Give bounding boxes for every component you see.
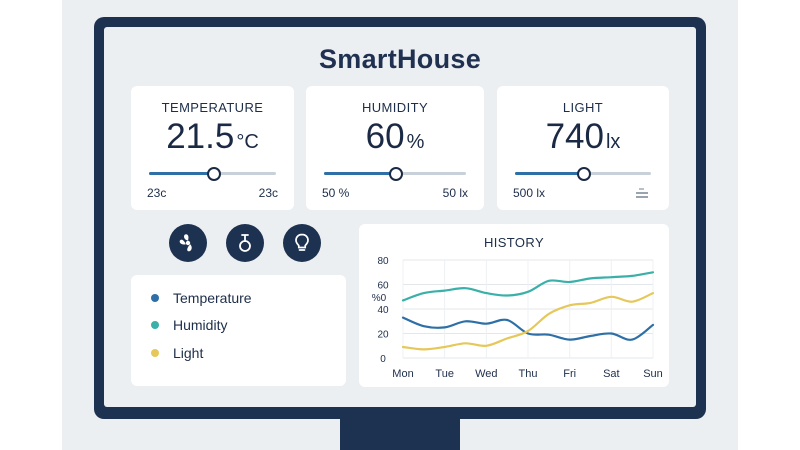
humidity-slider[interactable]: [324, 167, 466, 181]
history-card: HISTORY 0 20 40 60 80 Mon Tue Wed Thu Fri Sat Sun %0: [359, 224, 669, 387]
humidity-slider-handle[interactable]: [389, 167, 403, 181]
humidity-card: HUMIDITY 60% 50 % 50 lx: [306, 86, 484, 210]
app-title: SmartHouse: [318, 44, 482, 74]
light-slider[interactable]: [515, 167, 651, 181]
y-axis-label: %0: [372, 293, 387, 304]
history-chart: 0 20 40 60 80 Mon Tue Wed Thu Fri Sat Sun %0: [372, 256, 663, 380]
y-tick-label: 20: [377, 330, 389, 341]
thermostat-icon: [239, 234, 251, 252]
y-tick-label: 60: [377, 281, 389, 292]
temperature-dot: [151, 294, 159, 302]
temperature-number: 21.5: [166, 117, 235, 156]
humidity-max-label: 50 lx: [442, 186, 468, 200]
lightbulb-icon: [295, 233, 309, 251]
light-dot: [151, 349, 159, 357]
x-tick-label: Mon: [392, 368, 413, 380]
light-card: LIGHT 740 lx 500 lx: [497, 86, 669, 210]
y-tick-label: 40: [377, 305, 389, 316]
thermostat-button[interactable]: [226, 224, 264, 262]
humidity-value: 60%: [306, 117, 484, 157]
legend-item-light: Light: [151, 345, 203, 361]
humidity-slider-fill: [324, 172, 395, 175]
temperature-slider-handle[interactable]: [206, 167, 221, 181]
y-tick-label: 0: [380, 354, 386, 365]
legend-item-humidity: Humidity: [151, 317, 227, 333]
temperature-min-label: 23c: [147, 186, 167, 200]
light-slider-fill: [515, 172, 583, 175]
x-tick-label: Tue: [435, 368, 454, 380]
humidity-min-label: 50 %: [322, 186, 350, 200]
x-tick-label: Fri: [563, 368, 576, 380]
temperature-slider[interactable]: [149, 167, 276, 181]
temperature-card: TEMPERATURE 21.5 °C 23c 23c: [131, 86, 294, 210]
temperature-label: TEMPERATURE: [161, 100, 264, 115]
legend-card: Temperature Humidity Light: [131, 275, 346, 386]
temperature-value: 21.5 °C: [131, 117, 294, 157]
x-tick-label: Sun: [643, 368, 663, 380]
temperature-unit: °C: [236, 131, 259, 153]
light-value: 740 lx: [497, 117, 669, 157]
temperature-slider-fill: [149, 172, 213, 175]
legend-label-temperature: Temperature: [173, 290, 252, 306]
light-settings-icon[interactable]: [635, 186, 649, 198]
light-number: 740: [545, 117, 604, 156]
legend-label-light: Light: [173, 345, 204, 361]
y-tick-label: 80: [377, 256, 389, 267]
humidity-number: 60: [365, 117, 405, 156]
fan-button[interactable]: [169, 224, 207, 262]
x-tick-label: Thu: [519, 368, 538, 380]
legend-item-temperature: Temperature: [151, 290, 252, 306]
lightbulb-button[interactable]: [283, 224, 321, 262]
humidity-dot: [151, 321, 159, 329]
humidity-label: HUMIDITY: [361, 100, 429, 115]
x-tick-label: Wed: [475, 368, 497, 380]
x-tick-label: Sat: [603, 368, 620, 380]
legend-label-humidity: Humidity: [173, 317, 228, 333]
light-label: LIGHT: [562, 100, 604, 115]
light-unit: lx: [605, 131, 621, 153]
light-slider-handle[interactable]: [577, 167, 591, 181]
temperature-max-label: 23c: [258, 186, 278, 200]
fan-icon: [179, 234, 192, 252]
light-min-label: 500 lx: [513, 186, 546, 200]
humidity-unit: %: [406, 131, 425, 153]
